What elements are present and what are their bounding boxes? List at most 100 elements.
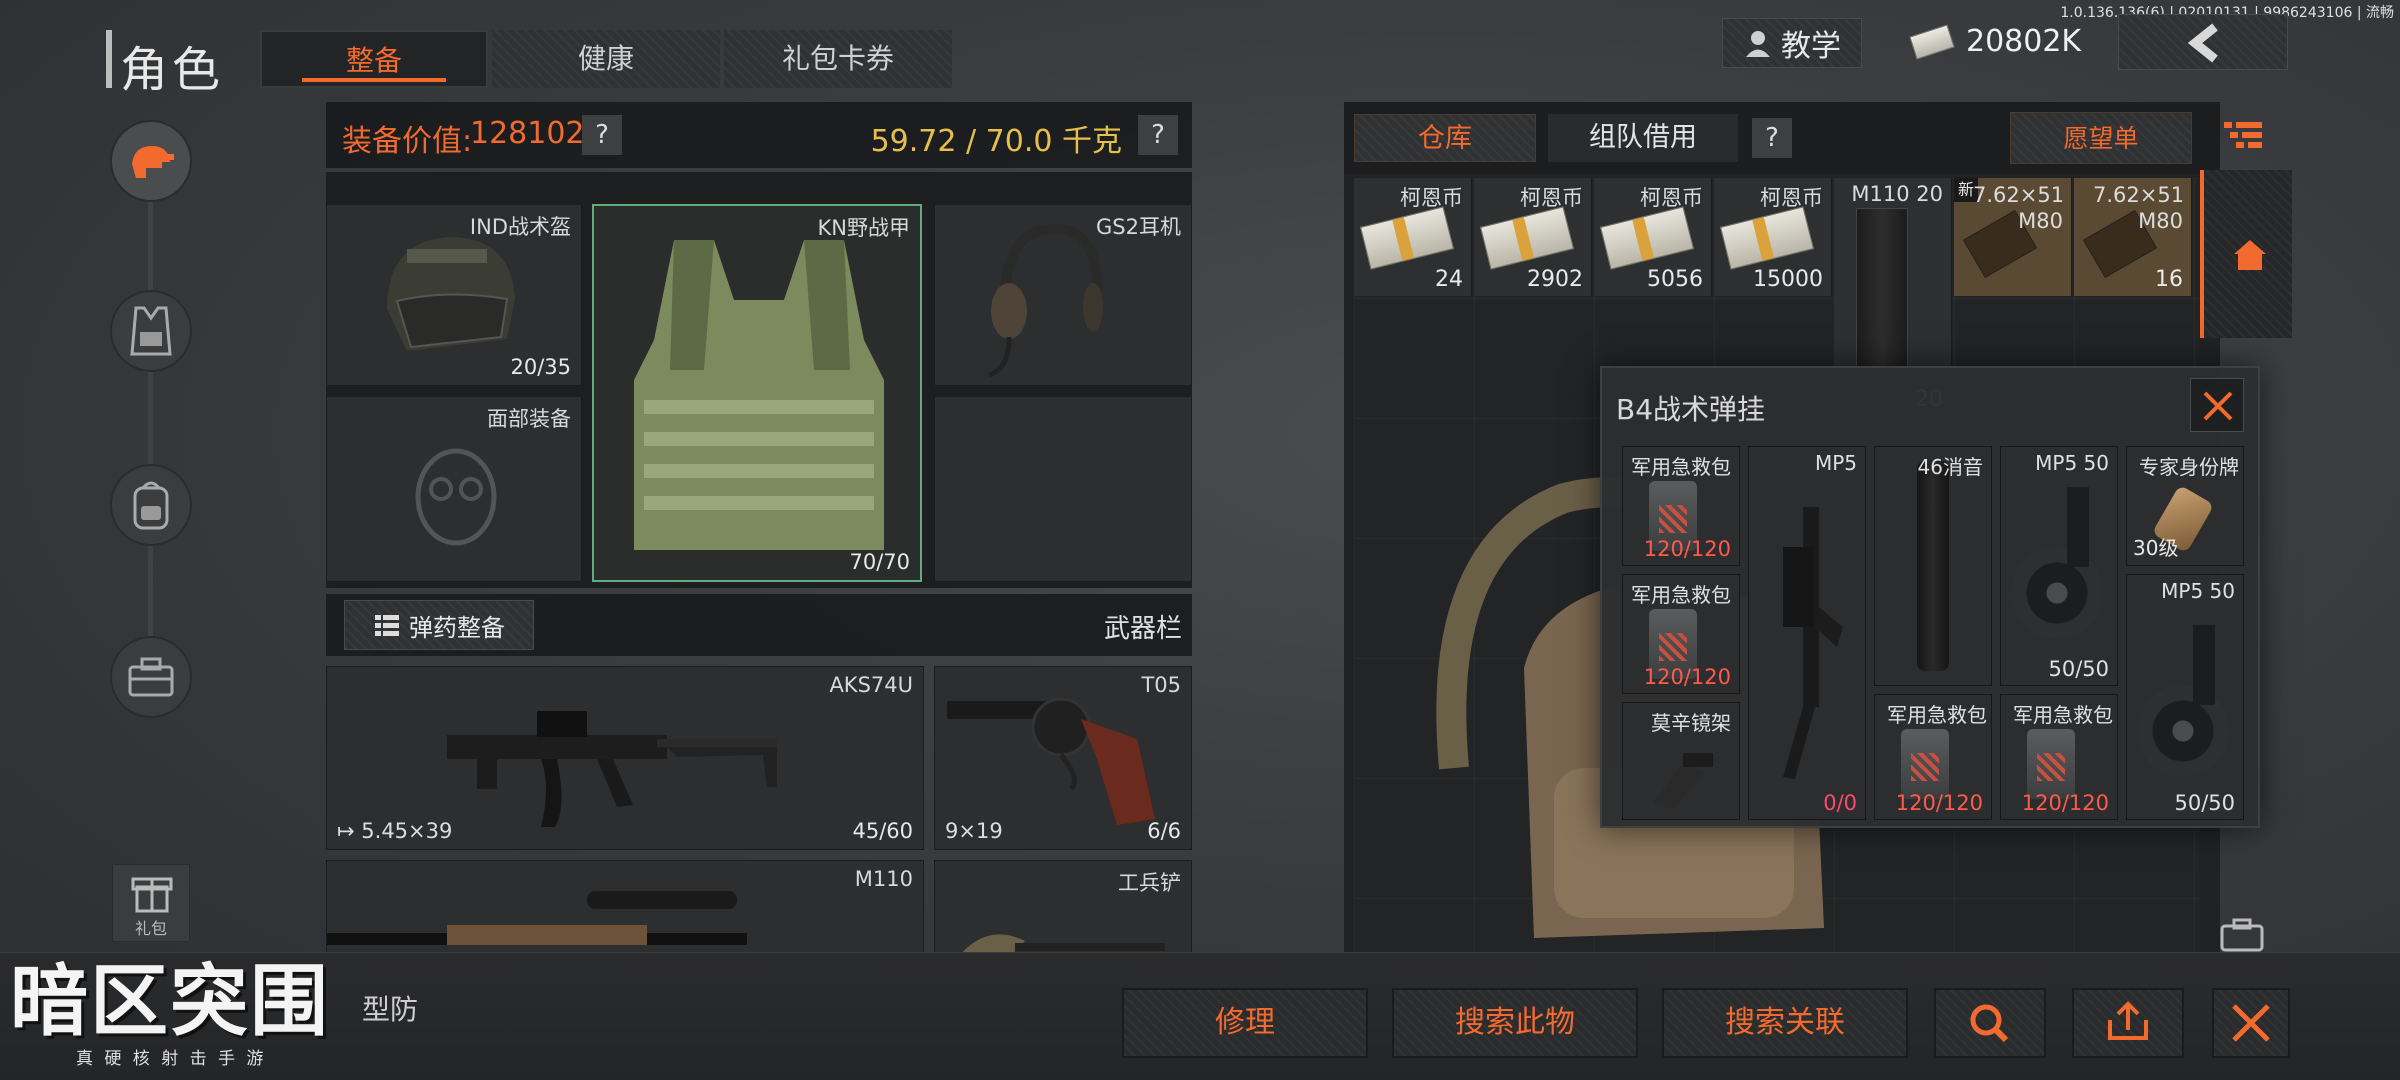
tab-equipment[interactable]: 整备 xyxy=(260,30,488,88)
tab-health[interactable]: 健康 xyxy=(492,30,720,88)
weapons-label: 武器栏 xyxy=(1103,614,1182,644)
slot-headset[interactable]: GS2耳机 xyxy=(934,204,1192,386)
storage-item-ammo[interactable]: 新 7.62×51 M80 xyxy=(1954,178,2072,296)
search-item-button[interactable]: 搜索此物 xyxy=(1392,988,1638,1058)
item-name: 柯恩币 xyxy=(1520,186,1583,210)
storage-item-ammo[interactable]: 7.62×51 M80 16 xyxy=(2074,178,2192,296)
rig-item-name: 46消音 xyxy=(1917,455,1983,479)
slot-melee[interactable]: 工兵铲 xyxy=(934,860,1192,960)
rig-item-value: 120/120 xyxy=(2021,791,2109,815)
storage-item-coin[interactable]: 柯恩币 5056 xyxy=(1594,178,1712,296)
rig-item-value: 50/50 xyxy=(2048,657,2109,681)
sidebar-item-backpack[interactable] xyxy=(110,464,192,546)
armor-vest-icon xyxy=(634,240,884,550)
item-count: 5056 xyxy=(1647,267,1703,292)
tab-warehouse[interactable]: 仓库 xyxy=(1354,114,1536,162)
back-button[interactable] xyxy=(2118,14,2288,70)
item-count: 24 xyxy=(1435,267,1463,292)
slot-helmet-name: IND战术盔 xyxy=(469,215,571,239)
rig-popup-title: B4战术弹挂 xyxy=(1616,393,1766,426)
magazine-neck-icon xyxy=(2067,487,2089,567)
slot-armor[interactable]: KN野战甲 70/70 xyxy=(592,204,922,582)
slot-weapon-pistol[interactable]: T05 9×19 6/6 xyxy=(934,666,1192,850)
item-count: 15000 xyxy=(1753,267,1823,292)
slot-helmet[interactable]: IND战术盔 20/35 xyxy=(326,204,582,386)
search-icon xyxy=(1970,1004,2009,1043)
weapon-secondary-name: M110 xyxy=(854,867,913,891)
rig-item-name: 专家身份牌 xyxy=(2139,455,2239,479)
sidebar-item-vest[interactable] xyxy=(110,290,192,372)
tab-gift-cards[interactable]: 礼包卡券 xyxy=(724,30,952,88)
storage-item-coin[interactable]: 柯恩币 2902 xyxy=(1474,178,1592,296)
magazine-neck-icon xyxy=(2193,625,2215,705)
slot-weapon-primary[interactable]: AKS74U ↦ 5.45×39 45/60 xyxy=(326,666,924,850)
rig-slot[interactable]: MP5 50 50/50 xyxy=(2000,446,2118,686)
slot-empty[interactable] xyxy=(934,396,1192,582)
equipment-value-help-button[interactable]: ? xyxy=(582,115,622,155)
vest-icon xyxy=(130,306,172,356)
weight-help-button[interactable]: ? xyxy=(1138,115,1178,155)
rig-item-name: 莫辛镜架 xyxy=(1651,711,1731,735)
storage-item-coin[interactable]: 柯恩币 15000 xyxy=(1714,178,1832,296)
rig-item-level: 30级 xyxy=(2133,536,2179,560)
ammo-loadout-button[interactable]: 弹药整备 xyxy=(344,600,534,650)
rig-slot[interactable]: MP5 50 50/50 xyxy=(2126,574,2244,820)
rig-slot[interactable]: 46消音 xyxy=(1874,446,1992,686)
sidebar-item-case[interactable] xyxy=(110,636,192,718)
rig-item-value: 0/0 xyxy=(1823,791,1857,815)
rig-slot[interactable]: 专家身份牌 30级 xyxy=(2126,446,2244,566)
headset-icon xyxy=(988,223,1103,378)
sort-icon[interactable] xyxy=(2222,118,2266,154)
share-button[interactable] xyxy=(2072,988,2184,1058)
close-button[interactable] xyxy=(2212,988,2290,1058)
slot-face-name: 面部装备 xyxy=(487,407,571,431)
rig-popup: B4战术弹挂 军用急救包 120/120 军用急救包 120/120 莫辛镜架 … xyxy=(1600,366,2260,828)
storage-case-icon[interactable] xyxy=(2220,918,2264,952)
wishlist-button[interactable]: 愿望单 xyxy=(2010,112,2192,164)
tab-equipment-label: 整备 xyxy=(345,44,402,77)
page-title: 角色 xyxy=(120,42,225,98)
rig-slot[interactable]: 军用急救包 120/120 xyxy=(2000,694,2118,820)
item-name: M110 20 xyxy=(1851,182,1943,206)
home-button[interactable] xyxy=(2200,170,2292,338)
rig-slot[interactable]: MP5 0/0 xyxy=(1748,446,1866,820)
weapon-pistol-name: T05 xyxy=(1141,673,1181,697)
tab-health-label: 健康 xyxy=(577,42,634,75)
weapon-primary-count: 45/60 xyxy=(852,819,913,843)
gift-button[interactable]: 礼包 xyxy=(112,864,190,942)
equipment-value: 128102 xyxy=(470,116,585,151)
helmet-gun-icon xyxy=(132,146,174,178)
repair-button[interactable]: 修理 xyxy=(1122,988,1368,1058)
help-glyph: ? xyxy=(595,120,609,150)
slot-weapon-secondary[interactable]: M110 xyxy=(326,860,924,960)
slot-face[interactable]: 面部装备 xyxy=(326,396,582,582)
rig-slot[interactable]: 军用急救包 120/120 xyxy=(1622,574,1740,694)
storage-item-coin[interactable]: 柯恩币 24 xyxy=(1354,178,1472,296)
storage-help-button[interactable]: ? xyxy=(1752,118,1792,158)
rig-slot[interactable]: 军用急救包 120/120 xyxy=(1622,446,1740,566)
rig-item-name: 军用急救包 xyxy=(1887,703,1987,727)
search-related-label: 搜索关联 xyxy=(1725,1005,1845,1040)
sidebar-item-gear[interactable] xyxy=(110,120,192,202)
coin-stack-icon xyxy=(1359,206,1455,270)
item-name: 柯恩币 xyxy=(1400,186,1463,210)
weapon-primary-name: AKS74U xyxy=(829,673,913,697)
tab-gift-cards-label: 礼包卡券 xyxy=(781,42,894,75)
slot-helmet-count: 20/35 xyxy=(510,355,571,379)
search-button[interactable] xyxy=(1934,988,2046,1058)
rig-item-value: 50/50 xyxy=(2174,791,2235,815)
search-related-button[interactable]: 搜索关联 xyxy=(1662,988,1908,1058)
currency-amount: 20802K xyxy=(1966,24,2082,59)
rig-slot[interactable]: 莫辛镜架 xyxy=(1622,702,1740,820)
coin-stack-icon xyxy=(1719,206,1815,270)
rig-popup-close-button[interactable] xyxy=(2190,378,2244,432)
repair-label: 修理 xyxy=(1215,1005,1275,1040)
slot-armor-count: 70/70 xyxy=(849,550,910,574)
gift-label: 礼包 xyxy=(134,919,167,938)
rig-slot[interactable]: 军用急救包 120/120 xyxy=(1874,694,1992,820)
tutorial-button[interactable]: 教学 xyxy=(1722,18,1862,68)
tab-team-borrow[interactable]: 组队借用 xyxy=(1548,114,1738,162)
rig-item-name: MP5 xyxy=(1814,451,1857,475)
game-logo-title: 暗区突围 xyxy=(10,957,331,1047)
game-logo-subtitle: 真 硬 核 射 击 手 游 xyxy=(76,1049,267,1069)
